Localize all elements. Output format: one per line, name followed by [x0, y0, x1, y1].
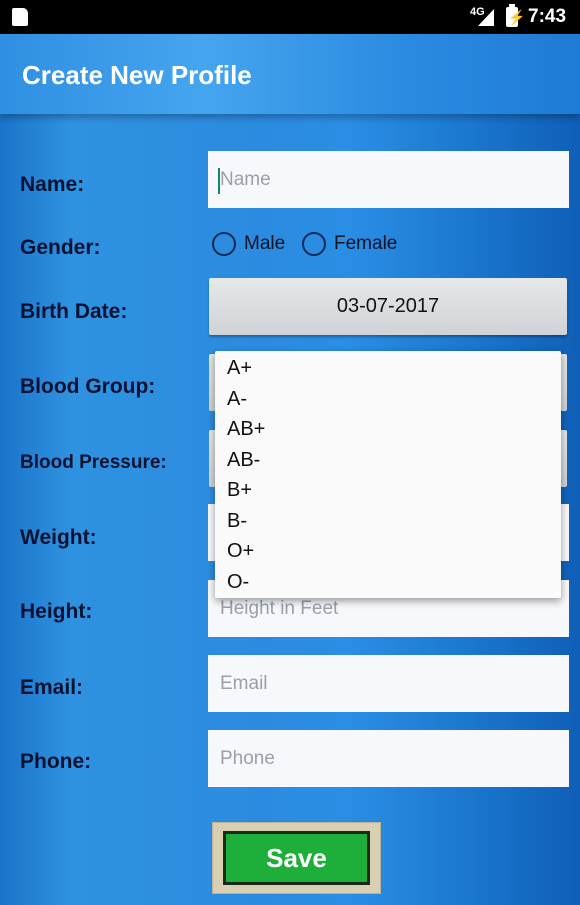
clock: 7:43	[528, 6, 567, 27]
dropdown-option-ab-pos[interactable]: AB+	[227, 418, 265, 441]
email-label: Email:	[20, 676, 84, 699]
save-button-frame: Save	[212, 822, 381, 894]
radio-circle-icon	[212, 232, 236, 256]
email-input[interactable]	[208, 655, 569, 712]
name-label: Name:	[20, 173, 85, 196]
radio-circle-icon	[302, 232, 326, 256]
signal-icon	[478, 9, 494, 26]
dropdown-option-a-neg[interactable]: A-	[227, 388, 247, 411]
blood-group-dropdown: A+ A- AB+ AB- B+ B- O+ O-	[215, 351, 561, 598]
sd-card-icon	[12, 8, 28, 26]
weight-label: Weight:	[20, 526, 97, 549]
gender-male-radio[interactable]: Male	[212, 232, 285, 256]
dropdown-option-o-pos[interactable]: O+	[227, 540, 254, 563]
phone-input[interactable]	[208, 730, 569, 787]
text-cursor	[218, 168, 220, 194]
birth-date-label: Birth Date:	[20, 300, 128, 323]
app-bar: Create New Profile	[0, 34, 580, 114]
status-bar: 4G ⚡ 7:43	[0, 0, 580, 34]
dropdown-option-o-neg[interactable]: O-	[227, 571, 249, 594]
dropdown-option-b-pos[interactable]: B+	[227, 479, 252, 502]
page-title: Create New Profile	[22, 60, 252, 90]
dropdown-option-b-neg[interactable]: B-	[227, 510, 247, 533]
blood-group-label: Blood Group:	[20, 375, 156, 398]
name-input[interactable]	[208, 151, 569, 208]
dropdown-option-ab-neg[interactable]: AB-	[227, 449, 260, 472]
dropdown-option-a-pos[interactable]: A+	[227, 357, 252, 380]
birth-date-button[interactable]: 03-07-2017	[209, 278, 567, 335]
blood-pressure-label: Blood Pressure:	[20, 452, 167, 473]
phone-label: Phone:	[20, 750, 92, 773]
gender-label: Gender:	[20, 236, 101, 259]
height-label: Height:	[20, 600, 93, 623]
battery-charging-icon: ⚡	[506, 4, 526, 27]
save-button[interactable]: Save	[223, 831, 370, 885]
gender-female-radio[interactable]: Female	[302, 232, 397, 256]
